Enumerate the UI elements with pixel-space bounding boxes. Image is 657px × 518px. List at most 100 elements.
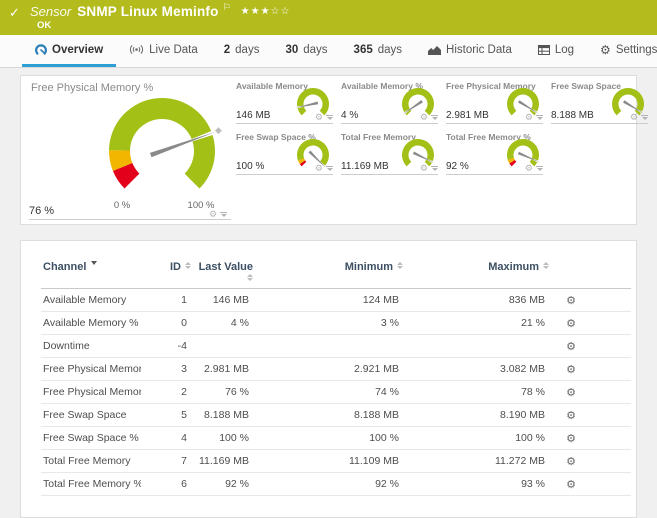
tab-label: Settings — [615, 43, 657, 56]
tab-365-days[interactable]: 365 days — [341, 35, 415, 67]
star-empty-icon[interactable]: ☆ — [271, 6, 281, 17]
channel-name: Free Physical Memory — [41, 357, 141, 381]
channel-minimum: 100 % — [253, 426, 403, 450]
gauge-pin-icon[interactable] — [641, 114, 648, 121]
tab-bar: Overview Live Data 2 days 30 days 365 da… — [0, 35, 657, 68]
tab-historic-data[interactable]: Historic Data — [415, 35, 525, 67]
gauge-settings-icon[interactable]: ⚙ — [315, 164, 323, 173]
table-row: Free Physical Memory 3 2.981 MB 2.921 MB 3.0… — [41, 357, 631, 381]
gauge-settings-icon[interactable]: ⚙ — [525, 113, 533, 122]
channel-id: 0 — [141, 311, 191, 335]
tab-label: days — [377, 43, 403, 56]
tab-log[interactable]: Log — [525, 35, 587, 67]
gauge-pin-icon[interactable] — [326, 165, 333, 172]
gauge-pin-icon[interactable] — [536, 165, 543, 172]
channel-id: 1 — [141, 288, 191, 312]
divider — [29, 219, 231, 220]
channel-name: Total Free Memory — [41, 449, 141, 473]
channel-settings-icon[interactable]: ⚙ — [549, 472, 593, 496]
main-gauge-value: 76 % — [29, 205, 55, 217]
status-badge: OK — [37, 20, 52, 31]
gauge-pin-icon[interactable] — [536, 114, 543, 121]
channel-table-panel: Channel ID Last Value Minimum Maximum Av… — [20, 240, 637, 518]
table-row: Free Physical Memory %276 %74 %78 %⚙ — [41, 380, 631, 404]
column-header-last-value[interactable]: Last Value — [191, 259, 253, 289]
row-spacer — [593, 380, 631, 404]
channel-name: Free Swap Space — [41, 403, 141, 427]
channel-maximum: 3.082 MB — [403, 357, 549, 381]
channel-maximum: 93 % — [403, 472, 549, 496]
tab-settings[interactable]: ⚙ Settings — [587, 35, 657, 67]
sort-icon — [543, 262, 549, 269]
star-empty-icon[interactable]: ☆ — [281, 6, 291, 17]
channel-minimum: 124 MB — [253, 288, 403, 312]
sort-icon — [247, 274, 253, 281]
gauge-settings-icon[interactable]: ⚙ — [525, 164, 533, 173]
small-gauge-cell: Free Swap Space 8.188 MB ⚙ — [551, 81, 648, 124]
channel-last-value: 2.981 MB — [191, 357, 253, 381]
column-header-minimum[interactable]: Minimum — [253, 259, 403, 289]
small-gauge-cell: Free Physical Memory 2.981 MB ⚙ — [446, 81, 543, 124]
tab-live-data[interactable]: Live Data — [116, 35, 211, 67]
column-header-actions — [549, 259, 593, 289]
tab-overview[interactable]: Overview — [22, 35, 117, 67]
gauge-settings-icon[interactable]: ⚙ — [630, 113, 638, 122]
small-gauge-value: 8.188 MB — [551, 110, 594, 121]
table-row: Total Free Memory 7 11.169 MB 11.109 MB 11.2… — [41, 449, 631, 473]
priority-flag-icon[interactable]: ⚐ — [223, 2, 231, 13]
star-filled-icon[interactable]: ★ — [251, 6, 261, 17]
tab-label: Log — [554, 43, 575, 56]
channel-last-value — [191, 334, 253, 358]
channel-settings-icon[interactable]: ⚙ — [549, 403, 593, 427]
channel-minimum: 3 % — [253, 311, 403, 335]
row-spacer — [593, 334, 631, 358]
tab-2-days[interactable]: 2 days — [211, 35, 273, 67]
table-row: Available Memory 1 146 MB 124 MB 836 MB ⚙ — [41, 288, 631, 312]
gauges-panel: Free Physical Memory % 0 % 100 % 76 % ⚙ … — [20, 75, 648, 225]
settings-gear-icon: ⚙ — [600, 42, 611, 57]
gauge-pin-icon[interactable] — [220, 211, 228, 218]
object-kind-label: Sensor — [30, 4, 72, 19]
table-row: Free Swap Space 5 8.188 MB 8.188 MB 8.190 MB… — [41, 403, 631, 427]
star-filled-icon[interactable]: ★ — [261, 6, 271, 17]
channel-settings-icon[interactable]: ⚙ — [549, 380, 593, 404]
tab-label: days — [303, 43, 328, 56]
gauge-settings-icon[interactable]: ⚙ — [420, 164, 428, 173]
tab-30-days[interactable]: 30 days — [272, 35, 340, 67]
row-spacer — [593, 449, 631, 473]
channel-minimum: 74 % — [253, 380, 403, 404]
small-gauge-value: 2.981 MB — [446, 110, 489, 121]
gauge-pin-icon[interactable] — [326, 114, 333, 121]
channel-id: 5 — [141, 403, 191, 427]
small-gauge-cell: Total Free Memory 11.169 MB ⚙ — [341, 132, 438, 175]
tab-label: Live Data — [149, 43, 198, 56]
column-header-channel[interactable]: Channel — [41, 259, 141, 289]
column-header-id[interactable]: ID — [141, 259, 191, 289]
channel-settings-icon[interactable]: ⚙ — [549, 449, 593, 473]
table-row: Available Memory % 0 4 % 3 % 21 % ⚙ — [41, 311, 631, 335]
channel-id: 7 — [141, 449, 191, 473]
live-data-icon — [130, 45, 144, 54]
channel-settings-icon[interactable]: ⚙ — [549, 357, 593, 381]
column-header-maximum[interactable]: Maximum — [403, 259, 549, 289]
priority-stars[interactable]: ★★★☆☆ — [241, 6, 291, 17]
gauge-settings-icon[interactable]: ⚙ — [315, 113, 323, 122]
channel-maximum: 8.190 MB — [403, 403, 549, 427]
small-gauge-cell: Available Memory % 4 % ⚙ — [341, 81, 438, 124]
gauge-settings-icon[interactable]: ⚙ — [420, 113, 428, 122]
gauge-settings-icon[interactable]: ⚙ — [209, 210, 217, 219]
channel-id: 3 — [141, 357, 191, 381]
gauge-pin-icon[interactable] — [431, 114, 438, 121]
channel-settings-icon[interactable]: ⚙ — [549, 426, 593, 450]
channel-settings-icon[interactable]: ⚙ — [549, 334, 593, 358]
channel-settings-icon[interactable]: ⚙ — [549, 311, 593, 335]
small-gauge-cell: Free Swap Space % 100 % ⚙ — [236, 132, 333, 175]
channel-id: 2 — [141, 380, 191, 404]
sort-icon — [397, 262, 403, 269]
channel-settings-icon[interactable]: ⚙ — [549, 288, 593, 312]
table-row: Downtime -4 ⚙ — [41, 334, 631, 358]
star-filled-icon[interactable]: ★ — [241, 6, 251, 17]
gauge-pin-icon[interactable] — [431, 165, 438, 172]
channel-name: Free Physical Memory % — [41, 380, 141, 404]
channel-maximum: 836 MB — [403, 288, 549, 312]
